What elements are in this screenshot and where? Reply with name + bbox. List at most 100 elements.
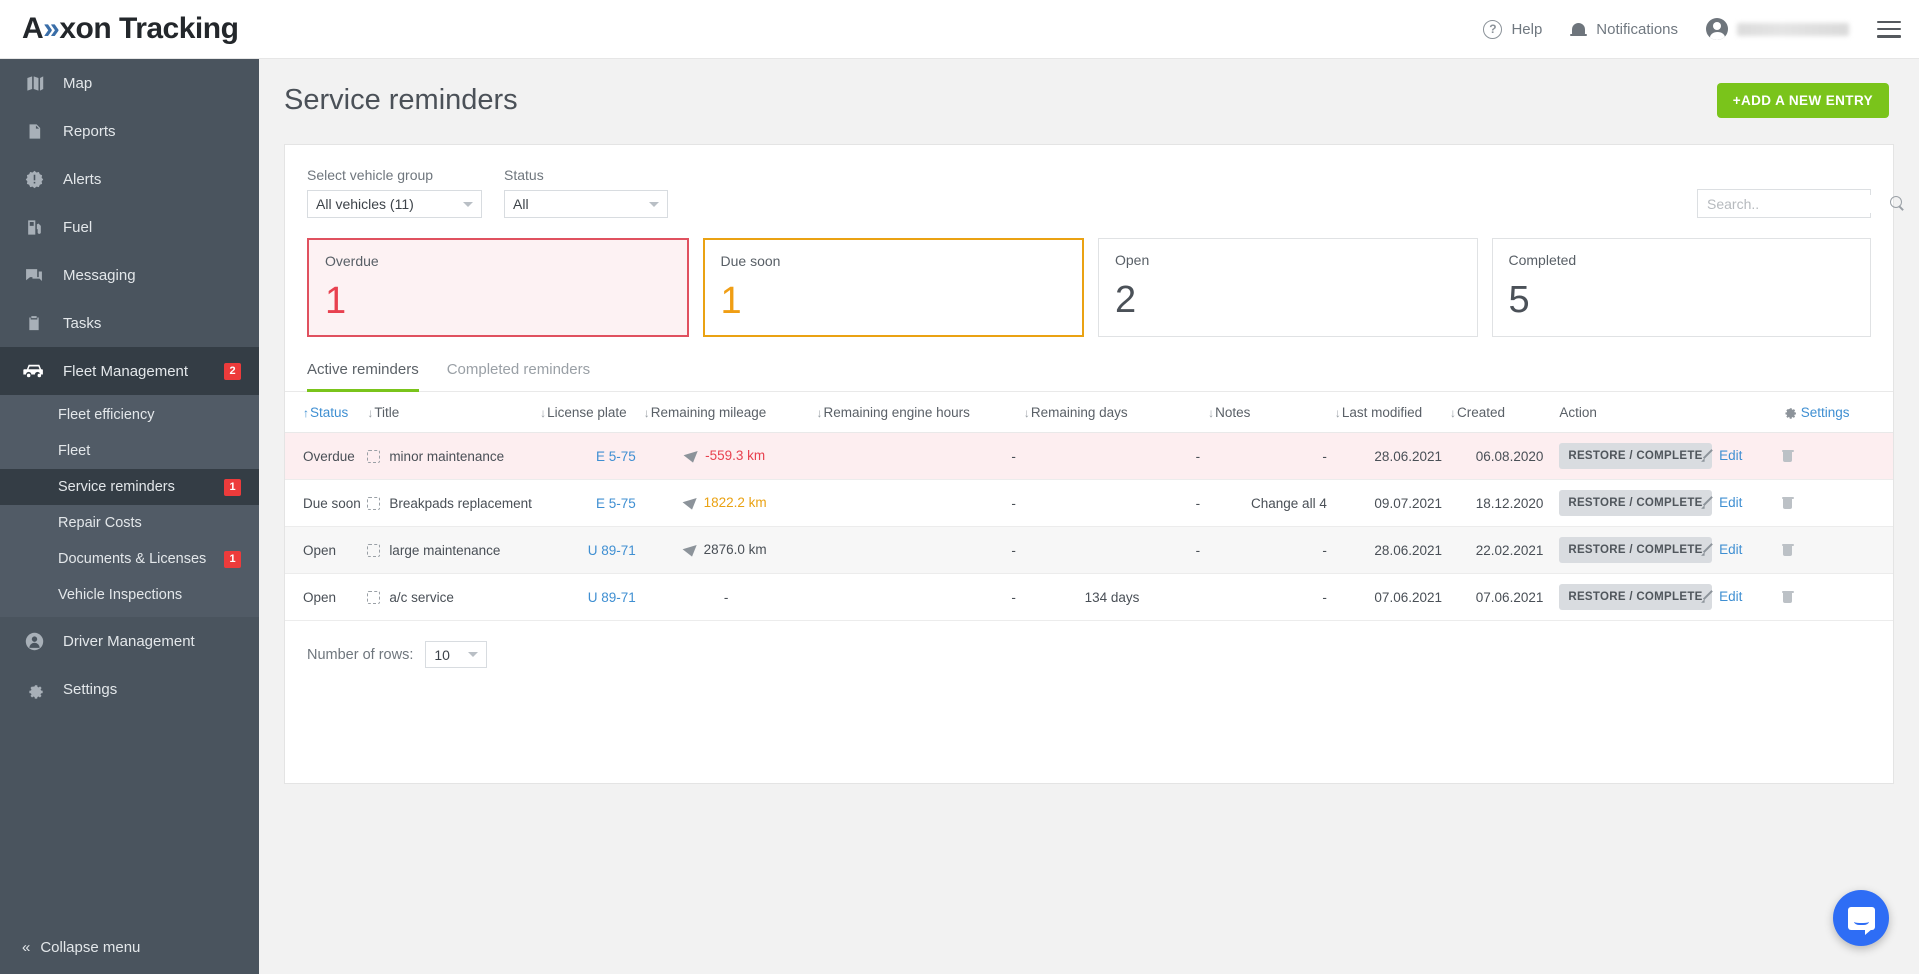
status-card-completed[interactable]: Completed 5	[1491, 238, 1871, 337]
cell-license-plate[interactable]: E 5-75	[536, 432, 640, 480]
search-box[interactable]	[1697, 189, 1902, 218]
sidebar-item-map[interactable]: Map	[0, 59, 259, 107]
cell-delete[interactable]	[1777, 479, 1893, 527]
hamburger-menu-icon[interactable]	[1877, 20, 1901, 38]
sidebar-item-alerts[interactable]: Alerts	[0, 155, 259, 203]
chevron-down-icon	[649, 201, 659, 207]
trash-icon[interactable]	[1781, 494, 1794, 509]
col-remaining-days[interactable]: ↓Remaining days	[1019, 392, 1205, 433]
table-header-row: ↑Status ↓Title ↓License plate ↓Remaining…	[285, 392, 1893, 433]
sidebar-item-tasks[interactable]: Tasks	[0, 299, 259, 347]
license-plate-link[interactable]: U 89-71	[588, 590, 636, 605]
add-new-entry-button[interactable]: +ADD A NEW ENTRY	[1716, 83, 1889, 118]
number-of-rows-value: 10	[434, 646, 450, 663]
trash-icon[interactable]	[1781, 541, 1794, 556]
top-header-bar: A» xon Tracking ? Help Notifications	[0, 0, 1919, 59]
recurring-icon	[367, 590, 381, 604]
tab-active-reminders[interactable]: Active reminders	[307, 361, 419, 392]
cell-delete[interactable]	[1777, 526, 1893, 574]
title-text: Breakpads replacement	[389, 495, 532, 511]
notifications-button[interactable]: Notifications	[1570, 20, 1678, 39]
sort-desc-icon: ↓	[367, 405, 374, 420]
status-card-due-soon[interactable]: Due soon 1	[702, 238, 1084, 337]
col-last-modified[interactable]: ↓Last modified	[1330, 392, 1446, 433]
cell-delete[interactable]	[1777, 573, 1893, 621]
vehicle-group-select[interactable]: All vehicles (11)	[307, 190, 482, 218]
cell-remaining-days: 134 days	[1019, 573, 1205, 621]
cell-action: RESTORE / COMPLETE	[1547, 573, 1712, 621]
col-remaining-mileage[interactable]: ↓Remaining mileage	[639, 392, 813, 433]
cell-edit[interactable]: Edit	[1697, 573, 1778, 621]
title-text: a/c service	[389, 589, 454, 605]
page-header: Service reminders +ADD A NEW ENTRY	[259, 59, 1919, 118]
cell-created: 06.08.2020	[1446, 432, 1548, 480]
col-created[interactable]: ↓Created	[1446, 392, 1548, 433]
search-input[interactable]	[1705, 194, 1890, 213]
restore-complete-button[interactable]: RESTORE / COMPLETE	[1559, 584, 1712, 610]
col-title[interactable]: ↓Title	[363, 392, 537, 433]
logo-text-part1: A	[22, 12, 44, 45]
table-row[interactable]: Overdue minor maintenance E 5-75 -559.3 …	[285, 432, 1893, 480]
col-status[interactable]: ↑Status	[285, 392, 364, 433]
tab-completed-reminders[interactable]: Completed reminders	[447, 361, 590, 392]
sidebar-item-documents-licenses[interactable]: Documents & Licenses 1	[0, 541, 259, 577]
col-license-plate[interactable]: ↓License plate	[536, 392, 640, 433]
cell-engine-hours: -	[812, 526, 1020, 574]
sidebar-sub-badge: 1	[224, 550, 241, 568]
table-row[interactable]: Open large maintenance U 89-71 2876.0 km…	[285, 526, 1893, 574]
sidebar-item-reports[interactable]: Reports	[0, 107, 259, 155]
collapse-menu-button[interactable]: « Collapse menu	[0, 920, 259, 974]
sidebar-item-fleet-efficiency[interactable]: Fleet efficiency	[0, 397, 259, 433]
restore-complete-button[interactable]: RESTORE / COMPLETE	[1559, 490, 1712, 516]
col-remaining-engine-hours[interactable]: ↓Remaining engine hours	[812, 392, 1020, 433]
sidebar-item-fleet[interactable]: Fleet	[0, 433, 259, 469]
cell-status: Open	[285, 573, 364, 621]
cell-action: RESTORE / COMPLETE	[1547, 432, 1712, 480]
col-settings[interactable]: Settings	[1777, 392, 1893, 433]
search-icon[interactable]	[1890, 196, 1905, 211]
card-label: Overdue	[325, 253, 379, 269]
sidebar-item-repair-costs[interactable]: Repair Costs	[0, 505, 259, 541]
cell-license-plate[interactable]: U 89-71	[536, 526, 640, 574]
cell-delete[interactable]	[1777, 432, 1893, 480]
sidebar-label: Tasks	[63, 314, 102, 332]
user-account-button[interactable]	[1706, 18, 1849, 40]
status-card-overdue[interactable]: Overdue 1	[307, 238, 689, 337]
cell-engine-hours: -	[812, 573, 1020, 621]
cell-license-plate[interactable]: U 89-71	[536, 573, 640, 621]
cell-action: RESTORE / COMPLETE	[1547, 479, 1712, 527]
status-card-open[interactable]: Open 2	[1098, 238, 1478, 337]
cell-edit[interactable]: Edit	[1697, 479, 1778, 527]
sidebar-sub-label: Documents & Licenses	[58, 551, 207, 567]
recurring-icon	[367, 496, 381, 510]
table-row[interactable]: Due soon Breakpads replacement E 5-75 18…	[285, 479, 1893, 527]
license-plate-link[interactable]: U 89-71	[588, 543, 636, 558]
sidebar-item-driver-management[interactable]: Driver Management	[0, 617, 259, 665]
number-of-rows-select[interactable]: 10	[425, 641, 488, 668]
app-logo[interactable]: A» xon Tracking	[22, 12, 239, 46]
navigation-arrow-icon	[682, 541, 702, 557]
cell-action: RESTORE / COMPLETE	[1547, 526, 1712, 574]
trash-icon[interactable]	[1781, 447, 1794, 462]
sidebar-item-vehicle-inspections[interactable]: Vehicle Inspections	[0, 577, 259, 613]
cell-edit[interactable]: Edit	[1697, 432, 1778, 480]
status-select[interactable]: All	[504, 190, 668, 218]
license-plate-link[interactable]: E 5-75	[596, 496, 636, 511]
restore-complete-button[interactable]: RESTORE / COMPLETE	[1559, 537, 1712, 563]
sidebar-item-messaging[interactable]: Messaging	[0, 251, 259, 299]
sidebar-item-fuel[interactable]: Fuel	[0, 203, 259, 251]
license-plate-link[interactable]: E 5-75	[596, 449, 636, 464]
sidebar-item-service-reminders[interactable]: Service reminders 1	[0, 469, 259, 505]
trash-icon[interactable]	[1781, 588, 1794, 603]
cell-license-plate[interactable]: E 5-75	[536, 479, 640, 527]
cell-edit[interactable]: Edit	[1697, 526, 1778, 574]
sidebar-label: Fleet Management	[63, 362, 189, 380]
sidebar-item-settings[interactable]: Settings	[0, 665, 259, 713]
col-notes[interactable]: ↓Notes	[1204, 392, 1331, 433]
cell-notes: Change all 4	[1204, 479, 1331, 527]
restore-complete-button[interactable]: RESTORE / COMPLETE	[1559, 443, 1712, 469]
chat-widget-button[interactable]	[1833, 890, 1889, 946]
table-row[interactable]: Open a/c service U 89-71 - - 134 days -	[285, 573, 1893, 621]
sidebar-item-fleet-management[interactable]: Fleet Management 2	[0, 347, 259, 395]
help-button[interactable]: ? Help	[1483, 19, 1542, 39]
